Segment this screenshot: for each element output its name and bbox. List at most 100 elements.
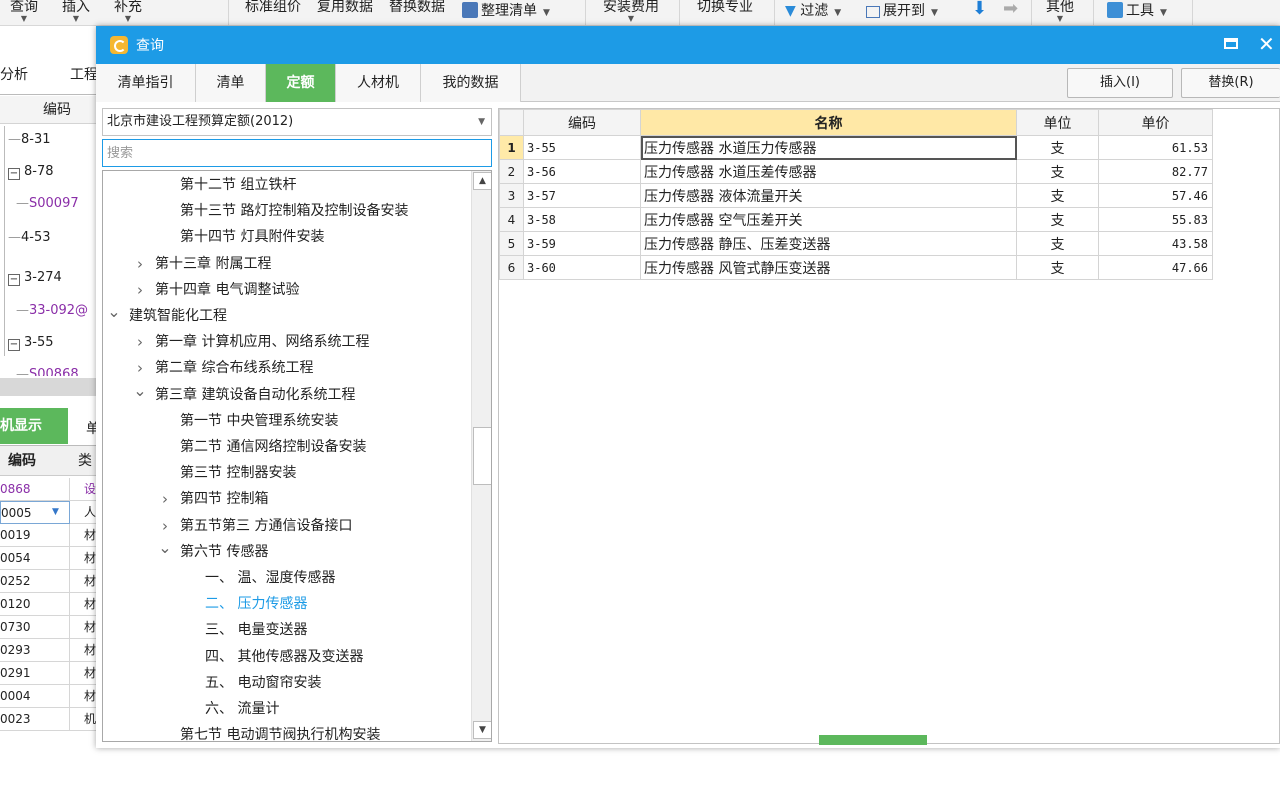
bg-sub-tab-active[interactable]: 机显示 bbox=[0, 408, 68, 444]
tree-node[interactable]: 第一章 计算机应用、网络系统工程 bbox=[155, 331, 369, 353]
scroll-down-icon[interactable]: ▼ bbox=[473, 721, 491, 739]
tab-my-data[interactable]: 我的数据 bbox=[421, 64, 521, 102]
tree-node[interactable]: 第十三章 附属工程 bbox=[155, 253, 271, 275]
collapse-icon[interactable]: − bbox=[8, 274, 20, 286]
toolbar-expand-to-button[interactable]: 展开到 ▼ bbox=[866, 0, 938, 20]
tree-scrollbar[interactable]: ▲ ▼ bbox=[471, 171, 491, 741]
code-cell[interactable]: 3-58 bbox=[523, 207, 641, 232]
tab-list-guide[interactable]: 清单指引 bbox=[96, 64, 196, 102]
name-cell[interactable]: 压力传感器 静压、压差变送器 bbox=[640, 231, 1017, 256]
table-row[interactable]: 3 3-57 压力传感器 液体流量开关支 57.46 bbox=[499, 183, 1213, 208]
tree-node[interactable]: 一、 温、湿度传感器 bbox=[205, 567, 335, 589]
unit-cell[interactable]: 支 bbox=[1016, 159, 1099, 184]
unit-cell[interactable]: 支 bbox=[1016, 255, 1099, 280]
toolbar-other-button[interactable]: 其他 ▼ bbox=[1046, 0, 1074, 23]
tree-node[interactable]: 六、 流量计 bbox=[205, 698, 279, 720]
scroll-up-icon[interactable]: ▲ bbox=[473, 172, 491, 190]
insert-button[interactable]: 插入(I) bbox=[1067, 68, 1173, 98]
bg-grid-row[interactable]: 0293 材 bbox=[0, 639, 96, 662]
row-number[interactable]: 1 bbox=[499, 135, 524, 160]
tree-node[interactable]: 第四节 控制箱 bbox=[180, 488, 268, 510]
chevron-down-icon[interactable]: ⌄ bbox=[133, 381, 147, 400]
bg-tree-row[interactable]: −3-55 bbox=[8, 330, 104, 356]
name-cell[interactable]: 压力传感器 水道压差传感器 bbox=[640, 159, 1017, 184]
code-cell[interactable]: 3-56 bbox=[523, 159, 641, 184]
quota-library-select[interactable]: 北京市建设工程预算定额(2012) ▼ bbox=[102, 108, 492, 136]
table-row[interactable]: 6 3-60 压力传感器 风管式静压变送器支 47.66 bbox=[499, 255, 1213, 280]
name-cell[interactable]: 压力传感器 风管式静压变送器 bbox=[640, 255, 1017, 280]
scroll-thumb[interactable] bbox=[473, 427, 491, 485]
name-cell[interactable]: 压力传感器 水道压力传感器 bbox=[640, 135, 1017, 160]
tree-node[interactable]: 五、 电动窗帘安装 bbox=[205, 672, 321, 694]
tree-node[interactable]: 第二章 综合布线系统工程 bbox=[155, 357, 313, 379]
tree-node[interactable]: 三、 电量变送器 bbox=[205, 619, 307, 641]
code-cell[interactable]: 3-57 bbox=[523, 183, 641, 208]
table-row[interactable]: 1 3-55 压力传感器 水道压力传感器支 61.53 bbox=[499, 135, 1213, 160]
price-cell[interactable]: 61.53 bbox=[1098, 135, 1213, 160]
code-cell[interactable]: 3-55 bbox=[523, 135, 641, 160]
chevron-down-icon[interactable]: ⌄ bbox=[107, 302, 121, 321]
dialog-title-bar[interactable]: 查询 ✕ bbox=[96, 26, 1280, 64]
bg-grid-row[interactable]: 0019 材 bbox=[0, 524, 96, 547]
unit-cell[interactable]: 支 bbox=[1016, 231, 1099, 256]
toolbar-reuse-data-button[interactable]: 复用数据 bbox=[317, 0, 373, 16]
column-header-code[interactable]: 编码 bbox=[523, 109, 641, 136]
tree-node[interactable]: 第五节第三 方通信设备接口 bbox=[180, 515, 352, 537]
toolbar-query-button[interactable]: 查询 ▼ bbox=[10, 0, 38, 23]
tree-node[interactable]: 第十四节 灯具附件安装 bbox=[180, 226, 324, 248]
tree-node[interactable]: 第十四章 电气调整试验 bbox=[155, 279, 299, 301]
bg-grid-row[interactable]: 0868 设 bbox=[0, 478, 96, 501]
tree-node[interactable]: 第三节 控制器安装 bbox=[180, 462, 296, 484]
bg-tree-row[interactable]: −3-274 bbox=[8, 265, 104, 291]
bg-grid-row[interactable]: 0120 材 bbox=[0, 593, 96, 616]
toolbar-insert-button[interactable]: 插入 ▼ bbox=[62, 0, 90, 23]
chevron-right-icon[interactable]: › bbox=[158, 490, 172, 508]
chevron-down-icon[interactable]: ▼ bbox=[52, 501, 59, 523]
code-cell[interactable]: 3-59 bbox=[523, 231, 641, 256]
tab-quota[interactable]: 定额 bbox=[266, 64, 336, 102]
bg-grid-row[interactable]: 0005 人 ▼ bbox=[0, 501, 96, 524]
column-header-unit[interactable]: 单位 bbox=[1016, 109, 1099, 136]
row-number[interactable]: 2 bbox=[499, 159, 524, 184]
bg-grid-row[interactable]: 0291 材 bbox=[0, 662, 96, 685]
toolbar-standard-pricing-button[interactable]: 标准组价 bbox=[245, 0, 301, 16]
toolbar-supplement-button[interactable]: 补充 ▼ bbox=[114, 0, 142, 23]
bg-grid-row[interactable]: 0054 材 bbox=[0, 547, 96, 570]
search-input[interactable] bbox=[102, 139, 492, 167]
move-down-icon[interactable]: ⬇ bbox=[972, 0, 987, 19]
row-number[interactable]: 6 bbox=[499, 255, 524, 280]
chevron-right-icon[interactable]: › bbox=[133, 359, 147, 377]
unit-cell[interactable]: 支 bbox=[1016, 207, 1099, 232]
price-cell[interactable]: 55.83 bbox=[1098, 207, 1213, 232]
bg-tab-analysis[interactable]: 分析 bbox=[0, 64, 28, 84]
tree-node[interactable]: 第二节 通信网络控制设备安装 bbox=[180, 436, 366, 458]
tree-node[interactable]: 第七节 电动调节阀执行机构安装 bbox=[180, 724, 380, 741]
tree-node[interactable]: 四、 其他传感器及变送器 bbox=[205, 646, 363, 668]
chevron-down-icon[interactable]: ⌄ bbox=[158, 538, 172, 557]
tab-list[interactable]: 清单 bbox=[196, 64, 266, 102]
close-icon[interactable]: ✕ bbox=[1258, 32, 1275, 56]
price-cell[interactable]: 57.46 bbox=[1098, 183, 1213, 208]
row-number[interactable]: 3 bbox=[499, 183, 524, 208]
name-cell[interactable]: 压力传感器 液体流量开关 bbox=[640, 183, 1017, 208]
tab-labor-material-machine[interactable]: 人材机 bbox=[336, 64, 421, 102]
bg-grid-row[interactable]: 0252 材 bbox=[0, 570, 96, 593]
chevron-right-icon[interactable]: › bbox=[133, 281, 147, 299]
toolbar-organize-list-button[interactable]: 整理清单 ▼ bbox=[462, 0, 550, 20]
tree-node[interactable]: 第十二节 组立铁杆 bbox=[180, 174, 296, 196]
bg-grid-row[interactable]: 0004 材 bbox=[0, 685, 96, 708]
column-header-price[interactable]: 单价 bbox=[1098, 109, 1213, 136]
toolbar-filter-button[interactable]: ▼ 过滤 ▼ bbox=[785, 0, 841, 20]
bg-horizontal-scrollbar[interactable] bbox=[0, 378, 96, 396]
bg-grid-row[interactable]: 0023 机 bbox=[0, 708, 96, 731]
price-cell[interactable]: 82.77 bbox=[1098, 159, 1213, 184]
toolbar-switch-specialty-button[interactable]: 切换专业 bbox=[697, 0, 753, 16]
tree-node[interactable]: 建筑智能化工程 bbox=[129, 305, 227, 327]
move-right-icon[interactable]: ➡ bbox=[1003, 0, 1018, 19]
unit-cell[interactable]: 支 bbox=[1016, 135, 1099, 160]
maximize-icon[interactable] bbox=[1224, 38, 1238, 49]
panel-toggle-handle[interactable] bbox=[819, 731, 927, 745]
code-cell[interactable]: 3-60 bbox=[523, 255, 641, 280]
unit-cell[interactable]: 支 bbox=[1016, 183, 1099, 208]
collapse-icon[interactable]: − bbox=[8, 339, 20, 351]
